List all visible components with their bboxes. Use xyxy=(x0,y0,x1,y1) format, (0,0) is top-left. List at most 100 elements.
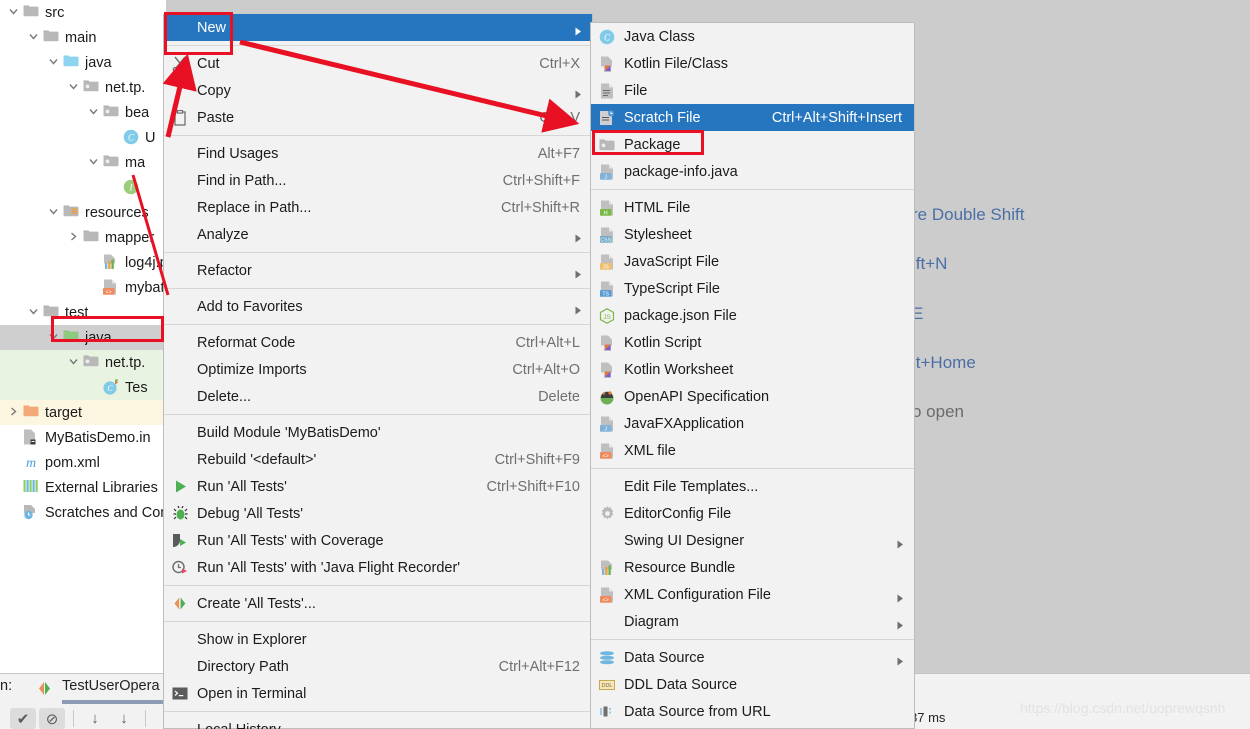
new-submenu-item[interactable]: Data Source from URL xyxy=(591,698,914,725)
new-submenu-item[interactable]: <> XML Configuration File xyxy=(591,581,914,608)
context-menu-item[interactable]: Replace in Path... Ctrl+Shift+R xyxy=(164,194,592,221)
context-menu-item[interactable]: Find Usages Alt+F7 xyxy=(164,140,592,167)
context-menu-item[interactable]: Show in Explorer xyxy=(164,626,592,653)
tree-row[interactable]: log4j.p xyxy=(0,250,166,275)
context-menu-item[interactable]: Add to Favorites xyxy=(164,293,592,320)
new-submenu-item[interactable]: JS JavaScript File xyxy=(591,248,914,275)
new-submenu-item[interactable]: DDL DDL Data Source xyxy=(591,671,914,698)
context-menu-item[interactable]: Create 'All Tests'... xyxy=(164,590,592,617)
context-menu-item[interactable]: Find in Path... Ctrl+Shift+F xyxy=(164,167,592,194)
tree-expand-arrow[interactable] xyxy=(88,106,101,119)
context-menu-item[interactable]: Optimize Imports Ctrl+Alt+O xyxy=(164,356,592,383)
new-submenu-item[interactable]: J JavaFXApplication xyxy=(591,410,914,437)
tree-row[interactable]: resources xyxy=(0,200,166,225)
context-menu-item[interactable]: Run 'All Tests' Ctrl+Shift+F10 xyxy=(164,473,592,500)
tree-expand-arrow[interactable] xyxy=(48,56,61,69)
run-panel-toolbar[interactable]: ✔ ⊘ ↓ ↓ xyxy=(10,708,151,729)
context-menu-item[interactable]: Open in Terminal xyxy=(164,680,592,707)
new-submenu-item[interactable]: Data Source xyxy=(591,644,914,671)
new-submenu-item[interactable]: TS TypeScript File xyxy=(591,275,914,302)
tree-row[interactable]: main xyxy=(0,25,166,50)
new-submenu-item[interactable]: Jpackage-info.java xyxy=(591,158,914,185)
new-submenu[interactable]: C Java Class Kotlin File/Class File Scratch … xyxy=(590,22,915,729)
show-passed-button[interactable]: ✔ xyxy=(10,708,36,729)
tree-row[interactable]: External Libraries xyxy=(0,475,166,500)
tree-expand-arrow[interactable] xyxy=(28,31,41,44)
new-submenu-item[interactable]: Package xyxy=(591,131,914,158)
tree-row[interactable]: bea xyxy=(0,100,166,125)
new-submenu-item[interactable]: OpenAPI Specification xyxy=(591,383,914,410)
tree-row[interactable]: ma xyxy=(0,150,166,175)
new-submenu-item[interactable]: File xyxy=(591,77,914,104)
new-submenu-item[interactable]: <> XML file xyxy=(591,437,914,464)
tree-expand-arrow[interactable] xyxy=(48,331,61,344)
tree-expand-arrow[interactable] xyxy=(68,81,81,94)
context-menu-item[interactable]: Directory Path Ctrl+Alt+F12 xyxy=(164,653,592,680)
tree-expand-arrow[interactable] xyxy=(88,381,101,394)
tree-expand-arrow[interactable] xyxy=(8,431,21,444)
context-menu-item[interactable]: Paste Ctrl+V xyxy=(164,104,592,131)
tree-expand-arrow[interactable] xyxy=(108,131,121,144)
tree-row[interactable]: src xyxy=(0,0,166,25)
tree-expand-arrow[interactable] xyxy=(8,406,21,419)
tree-expand-arrow[interactable] xyxy=(88,281,101,294)
new-submenu-item[interactable]: Scratch File Ctrl+Alt+Shift+Insert xyxy=(591,104,914,131)
sort-duration-button[interactable]: ↓ xyxy=(111,708,137,729)
context-menu-item[interactable]: Delete... Delete xyxy=(164,383,592,410)
tree-expand-arrow[interactable] xyxy=(8,506,21,519)
context-menu-item[interactable]: Local History xyxy=(164,716,592,729)
tree-expand-arrow[interactable] xyxy=(48,206,61,219)
tree-expand-arrow[interactable] xyxy=(68,231,81,244)
context-menu-item[interactable]: Refactor xyxy=(164,257,592,284)
new-submenu-item[interactable]: Kotlin Worksheet xyxy=(591,356,914,383)
new-submenu-item[interactable]: JS package.json File xyxy=(591,302,914,329)
context-menu-item[interactable]: Copy xyxy=(164,77,592,104)
tree-row[interactable]: java xyxy=(0,325,166,350)
context-menu[interactable]: New Cut Ctrl+X Copy Paste Ctrl+V Find Usages Al… xyxy=(163,14,593,729)
new-submenu-item[interactable]: Kotlin Script xyxy=(591,329,914,356)
new-submenu-item[interactable]: Swing UI Designer xyxy=(591,527,914,554)
tree-row[interactable]: java xyxy=(0,50,166,75)
context-menu-item[interactable]: Analyze xyxy=(164,221,592,248)
context-menu-item[interactable]: Debug 'All Tests' xyxy=(164,500,592,527)
tree-row[interactable]: mapper xyxy=(0,225,166,250)
context-menu-item[interactable]: New xyxy=(164,14,592,41)
context-menu-item[interactable]: Run 'All Tests' with 'Java Flight Record… xyxy=(164,554,592,581)
new-submenu-item[interactable]: EditorConfig File xyxy=(591,500,914,527)
project-tree-panel[interactable]: src main java net.tp. bea C Uma Iresources mappe… xyxy=(0,0,166,673)
context-menu-item[interactable]: Reformat Code Ctrl+Alt+L xyxy=(164,329,592,356)
tree-expand-arrow[interactable] xyxy=(8,456,21,469)
tree-row[interactable]: MyBatisDemo.in xyxy=(0,425,166,450)
tree-expand-arrow[interactable] xyxy=(8,6,21,19)
tree-expand-arrow[interactable] xyxy=(108,181,121,194)
tree-expand-arrow[interactable] xyxy=(28,306,41,319)
tree-expand-arrow[interactable] xyxy=(68,356,81,369)
tree-row[interactable]: Scratches and Cons xyxy=(0,500,166,525)
context-menu-item[interactable]: Rebuild '<default>' Ctrl+Shift+F9 xyxy=(164,446,592,473)
context-menu-item[interactable]: Cut Ctrl+X xyxy=(164,50,592,77)
new-submenu-item[interactable]: Data Source from Path xyxy=(591,725,914,729)
tree-expand-arrow[interactable] xyxy=(88,256,101,269)
new-submenu-item[interactable]: Resource Bundle xyxy=(591,554,914,581)
new-submenu-item[interactable]: CSS Stylesheet xyxy=(591,221,914,248)
tree-row[interactable]: CU xyxy=(0,125,166,150)
new-submenu-item[interactable]: Kotlin File/Class xyxy=(591,50,914,77)
tree-row[interactable]: C Tes xyxy=(0,375,166,400)
sort-alpha-button[interactable]: ↓ xyxy=(82,708,108,729)
new-submenu-item[interactable]: C Java Class xyxy=(591,23,914,50)
tree-row[interactable]: net.tp. xyxy=(0,350,166,375)
tree-row[interactable]: m pom.xml xyxy=(0,450,166,475)
new-submenu-item[interactable]: H HTML File xyxy=(591,194,914,221)
tree-row[interactable]: test xyxy=(0,300,166,325)
hide-ignored-button[interactable]: ⊘ xyxy=(39,708,65,729)
context-menu-item[interactable]: Run 'All Tests' with Coverage xyxy=(164,527,592,554)
tree-row[interactable]: <> mybati xyxy=(0,275,166,300)
new-submenu-item[interactable]: Diagram xyxy=(591,608,914,635)
tree-row[interactable]: net.tp. xyxy=(0,75,166,100)
tree-expand-arrow[interactable] xyxy=(8,481,21,494)
new-submenu-item[interactable]: Edit File Templates... xyxy=(591,473,914,500)
tree-row[interactable]: I xyxy=(0,175,166,200)
tree-row[interactable]: target xyxy=(0,400,166,425)
tree-expand-arrow[interactable] xyxy=(88,156,101,169)
context-menu-item[interactable]: Build Module 'MyBatisDemo' xyxy=(164,419,592,446)
